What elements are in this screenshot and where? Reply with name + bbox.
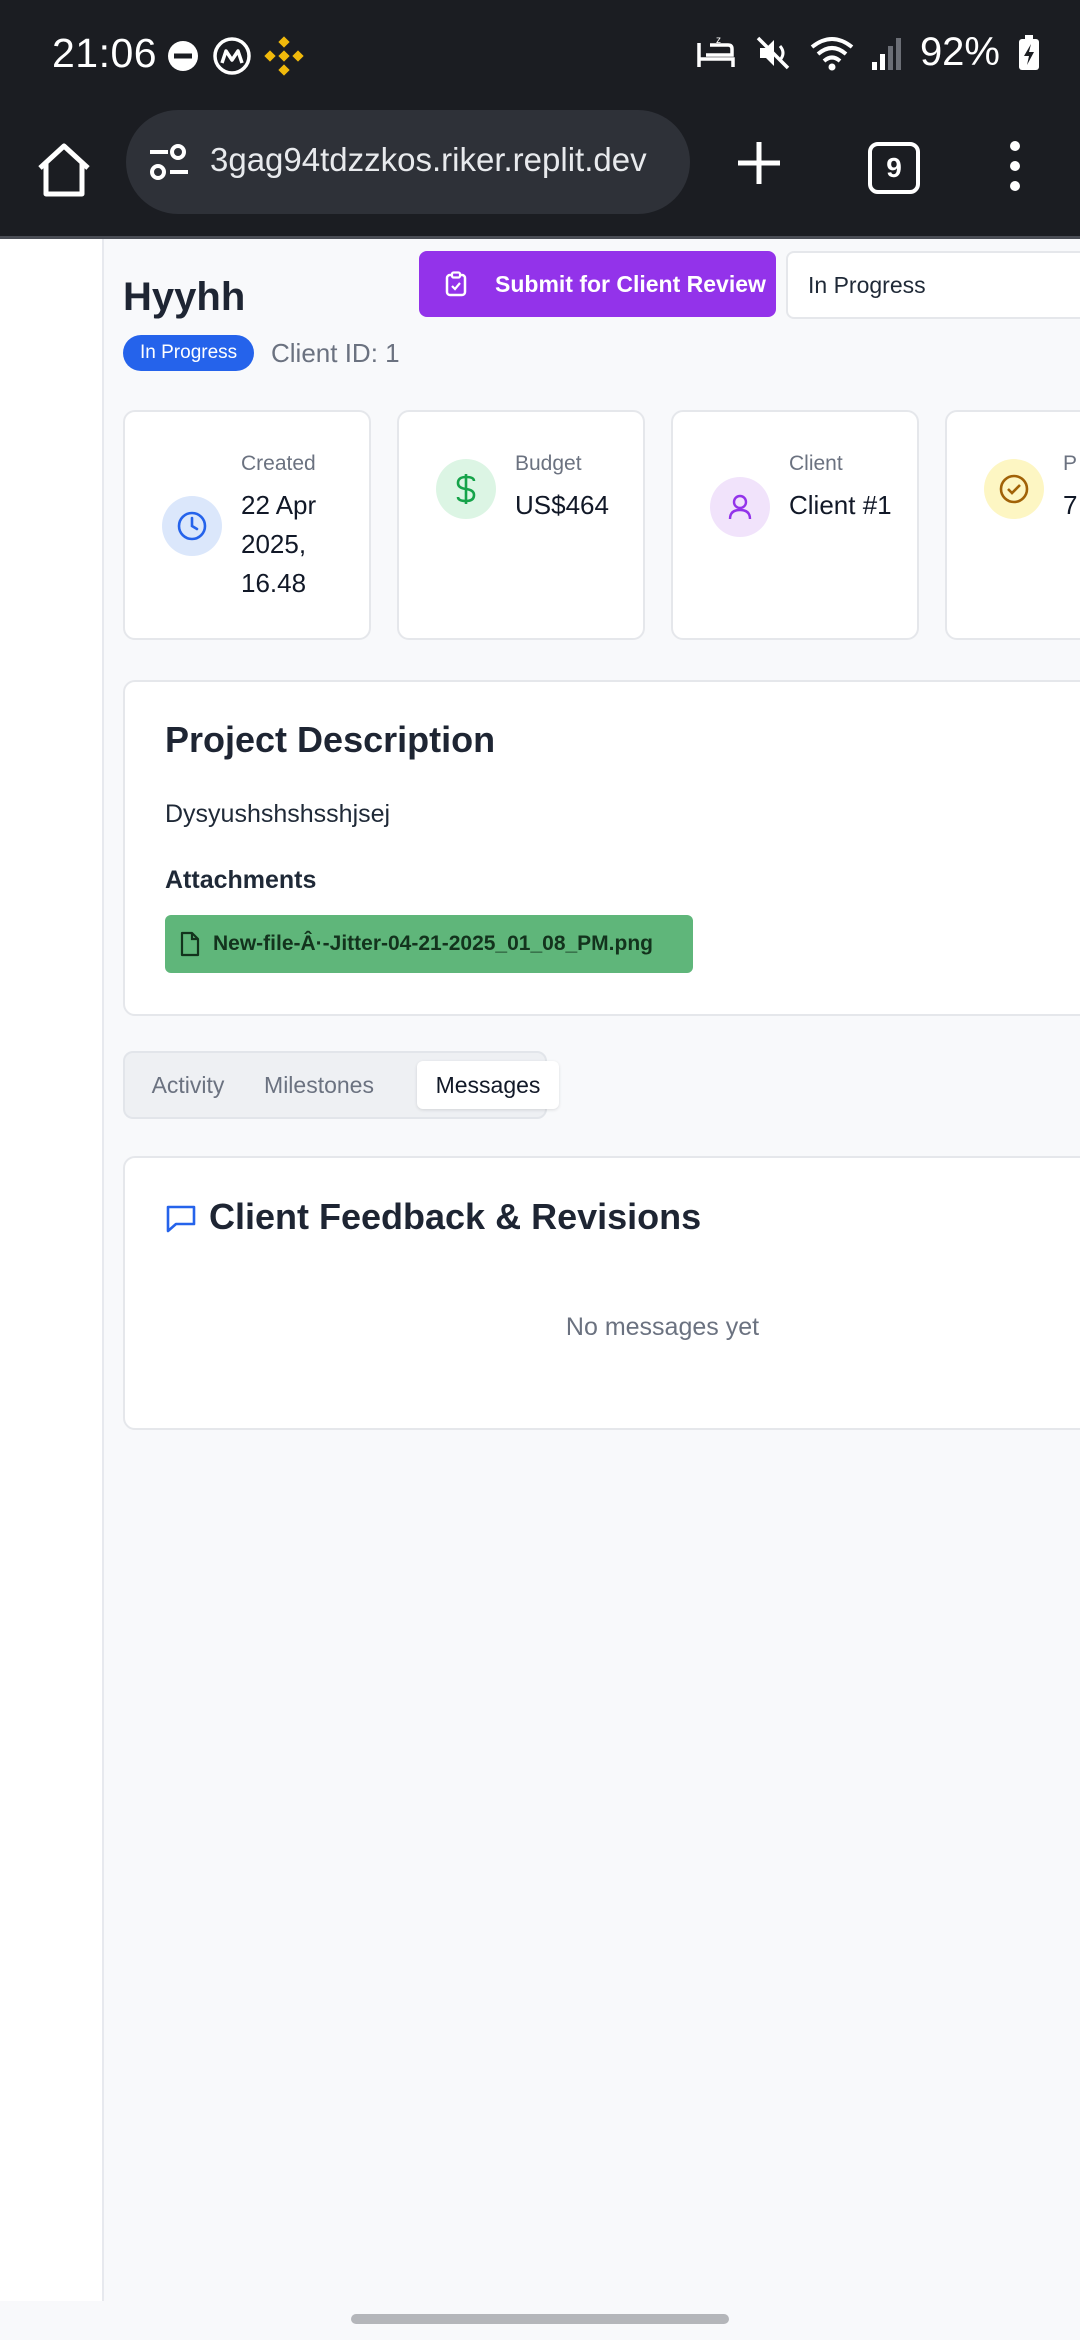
description-heading: Project Description bbox=[165, 719, 496, 760]
client-id: Client ID: 1 bbox=[271, 338, 400, 368]
stat-label: Client bbox=[789, 452, 843, 475]
check-circle-icon bbox=[999, 474, 1029, 504]
status-select-value: In Progress bbox=[808, 272, 926, 298]
stat-value: Client #1 bbox=[789, 490, 892, 520]
feedback-heading: Client Feedback & Revisions bbox=[209, 1196, 702, 1237]
description-text: Dysyushshshsshjsej bbox=[165, 800, 391, 828]
clock-icon bbox=[177, 511, 207, 541]
sidebar bbox=[0, 239, 104, 2301]
address-bar[interactable]: 3gag94tdzzkos.riker.replit.dev bbox=[126, 110, 690, 214]
wifi-icon bbox=[810, 36, 854, 70]
client-feedback-card: Client Feedback & Revisions No messages … bbox=[123, 1156, 1080, 1430]
status-badge: In Progress bbox=[123, 335, 255, 371]
submit-button-label: Submit for Client Review bbox=[495, 270, 766, 297]
dollar-icon bbox=[456, 474, 476, 504]
status-select[interactable]: In Progress bbox=[786, 251, 1080, 319]
tab-messages[interactable]: Messages bbox=[417, 1061, 559, 1109]
signal-icon bbox=[871, 37, 901, 70]
empty-messages-text: No messages yet bbox=[565, 1313, 760, 1341]
status-time: 21:06 bbox=[52, 30, 158, 76]
dnd-icon bbox=[168, 41, 198, 71]
message-square-icon bbox=[166, 1205, 196, 1233]
attachment-file-link[interactable]: New-file-Â·-Jitter-04-21-2025_01_08_PM.p… bbox=[165, 915, 693, 973]
clipboard-icon bbox=[445, 271, 467, 297]
sleep-icon: z bbox=[697, 35, 735, 67]
section-tabs: Activity Milestones Messages bbox=[123, 1051, 559, 1119]
battery-percent: 92% bbox=[919, 30, 1000, 74]
stat-label: Budget bbox=[515, 452, 582, 475]
stat-value: 22 Apr 2025, 16.48 bbox=[241, 490, 317, 598]
coinmarketcap-icon bbox=[213, 37, 251, 75]
stat-label: Created bbox=[241, 452, 316, 475]
project-description-card: Project Description Dysyushshshsshjsej A… bbox=[123, 680, 1080, 1016]
submit-for-client-review-button[interactable]: Submit for Client Review bbox=[419, 251, 776, 317]
svg-text:z: z bbox=[716, 35, 721, 46]
attachments-heading: Attachments bbox=[165, 866, 317, 894]
home-icon[interactable] bbox=[32, 138, 96, 202]
stat-card-budget: Budget US$464 bbox=[397, 410, 645, 640]
stat-value: 7 bbox=[1063, 490, 1078, 520]
more-menu-icon[interactable] bbox=[1000, 138, 1030, 194]
mute-icon bbox=[756, 36, 790, 69]
page-title: Hyyhh bbox=[123, 275, 246, 319]
new-tab-icon[interactable] bbox=[734, 138, 784, 188]
gesture-nav-handle[interactable] bbox=[351, 2314, 729, 2324]
stat-card-client: Client Client #1 bbox=[671, 410, 919, 640]
battery-charging-icon bbox=[1019, 34, 1039, 70]
project-detail-page: Hyyhh Submit for Client Review In Progre… bbox=[104, 239, 1080, 2301]
file-icon bbox=[180, 931, 200, 957]
tab-activity[interactable]: Activity bbox=[133, 1061, 243, 1109]
stat-label: P bbox=[1063, 452, 1078, 475]
status-bar: 21:06 z 92% bbox=[0, 0, 1080, 112]
user-icon bbox=[728, 494, 752, 520]
binance-icon bbox=[264, 36, 304, 76]
stat-value: US$464 bbox=[515, 490, 609, 520]
url-text[interactable]: 3gag94tdzzkos.riker.replit.dev bbox=[210, 141, 670, 179]
tab-switcher-button[interactable]: 9 bbox=[868, 142, 920, 194]
stat-card-created: Created 22 Apr 2025, 16.48 bbox=[123, 410, 371, 640]
stat-card-progress: P 7 bbox=[945, 410, 1080, 640]
site-settings-icon[interactable] bbox=[148, 142, 190, 182]
tab-milestones[interactable]: Milestones bbox=[249, 1061, 389, 1109]
attachment-file-name: New-file-Â·-Jitter-04-21-2025_01_08_PM.p… bbox=[213, 932, 653, 955]
